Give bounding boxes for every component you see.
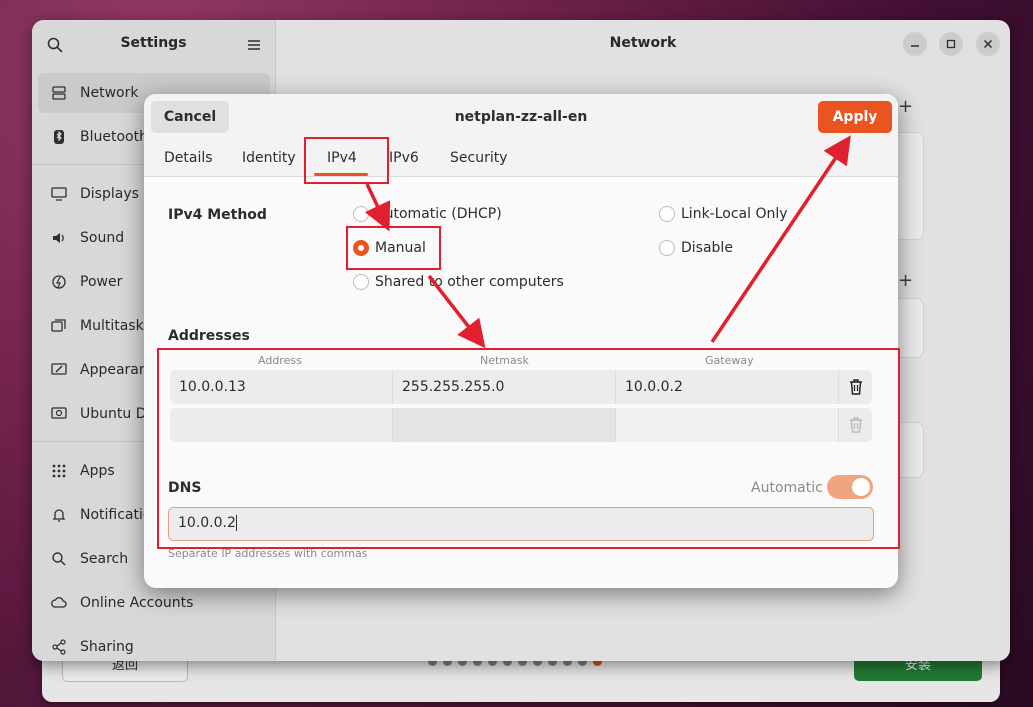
sidebar-title: Settings: [120, 35, 187, 51]
close-button[interactable]: [976, 32, 1000, 56]
radio-link-local[interactable]: Link-Local Only: [659, 206, 788, 222]
radio-label: Link-Local Only: [681, 206, 788, 222]
sidebar-item-label: Online Accounts: [80, 595, 194, 611]
sidebar-item-label: Search: [80, 551, 129, 567]
apps-icon: [50, 462, 68, 480]
sidebar-item-sharing[interactable]: Sharing: [38, 627, 270, 661]
apply-button[interactable]: Apply: [818, 101, 892, 133]
power-icon: [50, 273, 68, 291]
radio-circle: [353, 206, 369, 222]
radio-automatic-dhcp[interactable]: Automatic (DHCP): [353, 206, 502, 222]
hamburger-menu-icon[interactable]: [247, 38, 261, 52]
bluetooth-icon: [50, 128, 68, 146]
sidebar-item-label: Bluetooth: [80, 129, 148, 145]
annotation-box-addresses-dns: [157, 348, 900, 549]
radio-label: Shared to other computers: [375, 274, 564, 290]
radio-circle: [353, 274, 369, 290]
tab-details[interactable]: Details: [164, 150, 213, 166]
radio-circle: [659, 240, 675, 256]
ubuntu-desktop-icon: [50, 405, 68, 423]
sidebar-item-label: Displays: [80, 186, 139, 202]
minimize-icon: [911, 45, 919, 47]
annotation-box-manual: [346, 226, 441, 270]
sidebar-header: Settings: [32, 20, 275, 68]
ipv4-method-label: IPv4 Method: [168, 207, 267, 223]
radio-label: Automatic (DHCP): [375, 206, 502, 222]
radio-shared[interactable]: Shared to other computers: [353, 274, 564, 290]
sidebar-item-label: Network: [80, 85, 139, 101]
share-icon: [50, 638, 68, 656]
sidebar-item-label: Sound: [80, 230, 125, 246]
sidebar-item-online-accounts[interactable]: Online Accounts: [38, 583, 270, 623]
sidebar-item-label: Power: [80, 274, 123, 290]
tab-ipv6[interactable]: IPv6: [389, 150, 419, 166]
multitasking-icon: [50, 317, 68, 335]
search-icon: [50, 550, 68, 568]
sidebar-item-label: Apps: [80, 463, 115, 479]
radio-circle: [659, 206, 675, 222]
bell-icon: [50, 506, 68, 524]
dialog-title: netplan-zz-all-en: [454, 109, 588, 125]
maximize-icon: [946, 39, 956, 49]
cloud-icon: [50, 594, 68, 612]
add-icon[interactable]: +: [898, 96, 913, 117]
dialog-header: Cancel netplan-zz-all-en Apply Details I…: [144, 94, 898, 177]
annotation-box-ipv4-tab: [304, 137, 389, 184]
tab-bar: Details Identity IPv4 IPv6 Security: [144, 142, 898, 176]
page-title: Network: [609, 35, 677, 51]
add-icon[interactable]: +: [898, 270, 913, 291]
sidebar-item-label: Sharing: [80, 639, 134, 655]
tab-identity[interactable]: Identity: [242, 150, 296, 166]
sound-icon: [50, 229, 68, 247]
addresses-label: Addresses: [168, 328, 250, 344]
radio-disable[interactable]: Disable: [659, 240, 733, 256]
radio-label: Disable: [681, 240, 733, 256]
close-icon: [983, 39, 993, 49]
minimize-button[interactable]: [903, 32, 927, 56]
maximize-button[interactable]: [939, 32, 963, 56]
display-icon: [50, 185, 68, 203]
tab-security[interactable]: Security: [450, 150, 508, 166]
main-header: Network: [276, 20, 1010, 68]
network-icon: [50, 84, 68, 102]
appearance-icon: [50, 361, 68, 379]
